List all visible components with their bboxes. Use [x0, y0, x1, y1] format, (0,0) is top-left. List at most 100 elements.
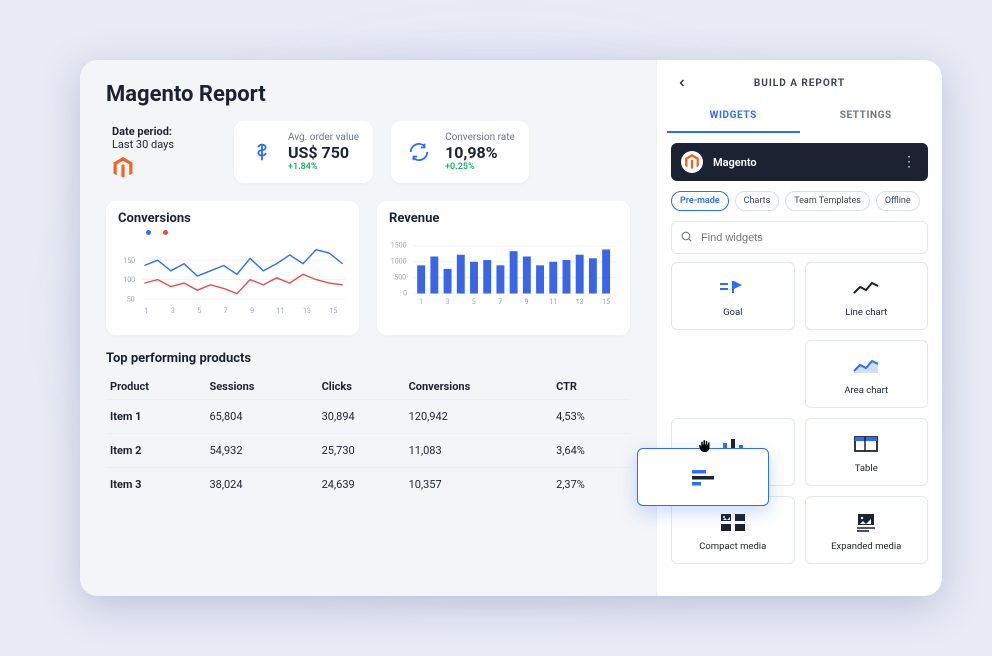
svg-text:15: 15 — [329, 306, 337, 315]
area-chart-icon — [852, 353, 880, 379]
grab-cursor-icon — [696, 437, 714, 455]
col-clicks[interactable]: Clicks — [318, 374, 405, 400]
line-chart-icon — [852, 275, 880, 301]
kpi-card-conversion-rate[interactable]: Conversion rate 10,98% +0.25% — [391, 121, 529, 183]
svg-text:150: 150 — [123, 256, 135, 265]
chevron-left-icon — [676, 77, 688, 89]
builder-panel: BUILD A REPORT WIDGETS SETTINGS Magento … — [656, 60, 942, 596]
cell-product: Item 3 — [106, 468, 205, 502]
revenue-chart-card[interactable]: Revenue 1500 1000 500 0 — [377, 201, 630, 335]
more-options-icon[interactable]: ⋮ — [902, 154, 918, 170]
widget-area-chart[interactable]: Area chart — [805, 340, 929, 408]
table-row[interactable]: Item 1 65,804 30,894 120,942 4,53% — [106, 400, 630, 434]
table-icon — [853, 431, 879, 457]
cell-conversions: 120,942 — [405, 400, 552, 434]
cell-conversions: 11,083 — [405, 434, 552, 468]
chart-legend — [118, 230, 347, 235]
chart-title: Revenue — [389, 211, 618, 226]
kpi-delta: +1.84% — [288, 162, 359, 172]
svg-text:9: 9 — [525, 297, 529, 306]
widget-line-chart[interactable]: Line chart — [805, 262, 929, 330]
svg-text:1000: 1000 — [391, 257, 407, 266]
cell-conversions: 10,357 — [405, 468, 552, 502]
svg-text:1: 1 — [419, 297, 423, 306]
report-canvas: Magento Report Date period: Last 30 days… — [80, 60, 656, 596]
cell-ctr: 3,64% — [552, 434, 630, 468]
pill-offline[interactable]: Offline — [876, 191, 920, 211]
cell-sessions: 54,932 — [205, 434, 317, 468]
products-section-title: Top performing products — [106, 351, 630, 366]
widget-label: Area chart — [844, 385, 888, 396]
pill-team-templates[interactable]: Team Templates — [785, 191, 870, 211]
col-sessions[interactable]: Sessions — [205, 374, 317, 400]
pill-charts[interactable]: Charts — [735, 191, 780, 211]
svg-text:7: 7 — [498, 297, 502, 306]
svg-text:0: 0 — [403, 288, 407, 297]
dragging-widget-bar-chart[interactable] — [637, 448, 769, 506]
report-title: Magento Report — [106, 82, 630, 107]
conversions-line-chart: 150 100 50 1 3 5 7 9 11 13 15 — [118, 239, 347, 329]
kpi-label: Avg. order value — [288, 132, 359, 143]
widget-grid: Goal Line chart Area chart Co — [657, 262, 942, 578]
widget-label: Line chart — [845, 307, 887, 318]
col-product[interactable]: Product — [106, 374, 205, 400]
kpi-label: Conversion rate — [445, 132, 515, 143]
widget-goal[interactable]: Goal — [671, 262, 795, 330]
tab-widgets[interactable]: WIDGETS — [667, 100, 800, 133]
kpi-card-avg-order[interactable]: Avg. order value US$ 750 +1.84% — [234, 121, 373, 183]
chart-title: Conversions — [118, 211, 347, 226]
cell-product: Item 2 — [106, 434, 205, 468]
svg-text:5: 5 — [472, 297, 476, 306]
cell-sessions: 38,024 — [205, 468, 317, 502]
cell-clicks: 30,894 — [318, 400, 405, 434]
widget-slot-empty — [671, 340, 795, 408]
svg-text:11: 11 — [549, 297, 557, 306]
widget-compact-media[interactable]: Compact media — [671, 496, 795, 564]
cell-ctr: 4,53% — [552, 400, 630, 434]
expanded-media-icon — [853, 509, 879, 535]
table-row[interactable]: Item 3 38,024 24,639 10,357 2,37% — [106, 468, 630, 502]
widget-expanded-media[interactable]: Expanded media — [805, 496, 929, 564]
widget-label: Expanded media — [831, 541, 901, 552]
widget-table[interactable]: Table — [805, 418, 929, 486]
products-table: Product Sessions Clicks Conversions CTR … — [106, 374, 630, 501]
svg-text:3: 3 — [445, 297, 449, 306]
dollar-icon — [248, 138, 276, 166]
search-icon — [680, 228, 693, 247]
platform-card[interactable]: Magento ⋮ — [671, 143, 928, 181]
date-period-label: Date period: — [112, 125, 210, 138]
kpi-delta: +0.25% — [445, 162, 515, 172]
svg-text:1500: 1500 — [391, 241, 407, 250]
svg-text:3: 3 — [171, 306, 175, 315]
platform-name: Magento — [713, 156, 757, 169]
cell-clicks: 25,730 — [318, 434, 405, 468]
svg-text:5: 5 — [197, 306, 201, 315]
cell-ctr: 2,37% — [552, 468, 630, 502]
svg-text:13: 13 — [303, 306, 311, 315]
horizontal-bar-icon — [688, 467, 718, 487]
svg-text:13: 13 — [576, 297, 584, 306]
back-button[interactable] — [671, 72, 693, 94]
report-builder-app: Magento Report Date period: Last 30 days… — [80, 60, 942, 596]
svg-text:1: 1 — [144, 306, 148, 315]
svg-text:50: 50 — [127, 295, 135, 304]
col-ctr[interactable]: CTR — [552, 374, 630, 400]
conversions-chart-card[interactable]: Conversions 150 100 50 1 3 5 7 — [106, 201, 359, 335]
widget-label: Table — [855, 463, 878, 474]
refresh-icon — [405, 138, 433, 166]
goal-icon — [718, 275, 748, 301]
svg-text:11: 11 — [277, 306, 285, 315]
widget-search[interactable] — [671, 221, 928, 254]
magento-icon — [112, 157, 134, 179]
svg-text:100: 100 — [123, 275, 135, 284]
svg-text:15: 15 — [602, 297, 610, 306]
pill-premade[interactable]: Pre-made — [671, 191, 729, 211]
table-row[interactable]: Item 2 54,932 25,730 11,083 3,64% — [106, 434, 630, 468]
search-input[interactable] — [701, 232, 919, 244]
date-period-block: Date period: Last 30 days — [106, 121, 216, 183]
kpi-value: US$ 750 — [288, 143, 359, 162]
tab-settings[interactable]: SETTINGS — [800, 100, 933, 133]
col-conversions[interactable]: Conversions — [405, 374, 552, 400]
cell-product: Item 1 — [106, 400, 205, 434]
widget-label: Compact media — [699, 541, 766, 552]
